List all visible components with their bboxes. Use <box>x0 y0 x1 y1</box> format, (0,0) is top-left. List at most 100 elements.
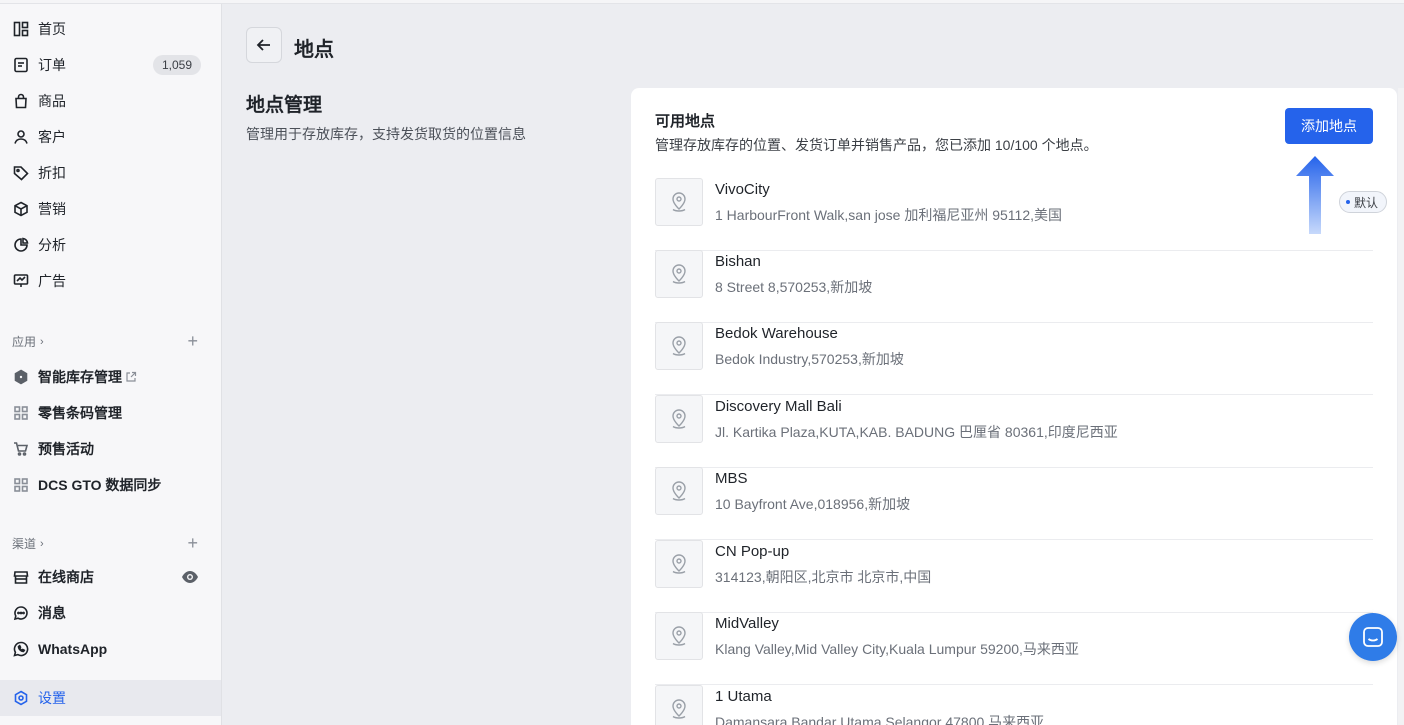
sidebar-item-analytics[interactable]: 分析 <box>0 227 221 263</box>
location-pin-icon <box>655 612 703 660</box>
card-subtitle: 管理存放库存的位置、发货订单并销售产品，您已添加 10/100 个地点。 <box>655 137 1098 153</box>
location-address: 8 Street 8,570253,新加坡 <box>715 279 873 295</box>
user-icon <box>12 128 30 146</box>
sidebar-item-settings[interactable]: 设置 <box>0 680 221 716</box>
ads-icon <box>12 272 30 290</box>
sidebar-item-label: 设置 <box>38 690 66 706</box>
section-heading: 地点管理 <box>246 95 323 116</box>
cart-icon <box>12 440 30 458</box>
location-pin-icon <box>655 395 703 443</box>
annotation-arrow-icon <box>1296 156 1334 234</box>
home-icon <box>12 20 30 38</box>
location-pin-icon <box>655 322 703 370</box>
chat-support-button[interactable] <box>1349 613 1397 661</box>
location-address: Klang Valley,Mid Valley City,Kuala Lumpu… <box>715 641 1079 657</box>
back-button[interactable] <box>246 27 282 63</box>
location-pin-icon <box>655 685 703 725</box>
settings-icon <box>12 689 30 707</box>
sidebar-item-label: 智能库存管理 <box>38 369 122 385</box>
cube-icon <box>12 200 30 218</box>
location-row[interactable]: CN Pop-up 314123,朝阳区,北京市 北京市,中国 <box>655 540 1373 613</box>
chevron-right-icon: › <box>40 537 44 550</box>
location-address: Jl. Kartika Plaza,KUTA,KAB. BADUNG 巴厘省 8… <box>715 424 1118 440</box>
sidebar-item-orders[interactable]: 订单 1,059 <box>0 47 221 83</box>
arrow-left-icon <box>255 36 273 54</box>
sidebar-item-ads[interactable]: 广告 <box>0 263 221 299</box>
sidebar-channel-online-store[interactable]: 在线商店 <box>0 559 221 595</box>
location-name: VivoCity <box>715 181 770 198</box>
sidebar-item-home[interactable]: 首页 <box>0 11 221 47</box>
order-icon <box>12 56 30 74</box>
locations-card: 可用地点 管理存放库存的位置、发货订单并销售产品，您已添加 10/100 个地点… <box>631 88 1397 725</box>
location-address: 1 HarbourFront Walk,san jose 加利福尼亚州 9511… <box>715 207 1063 223</box>
sidebar-item-label: 广告 <box>38 273 66 289</box>
order-count-badge: 1,059 <box>152 55 201 75</box>
grid-icon <box>12 476 30 494</box>
location-pin-icon <box>655 467 703 515</box>
whatsapp-icon <box>12 640 30 658</box>
sidebar-item-label: 商品 <box>38 93 66 109</box>
sidebar-item-label: 营销 <box>38 201 66 217</box>
sidebar-item-label: 订单 <box>38 57 66 73</box>
sidebar-item-products[interactable]: 商品 <box>0 83 221 119</box>
location-row[interactable]: Bishan 8 Street 8,570253,新加坡 <box>655 250 1373 323</box>
sidebar-item-label: 客户 <box>38 129 66 145</box>
location-row[interactable]: Discovery Mall Bali Jl. Kartika Plaza,KU… <box>655 395 1373 468</box>
sidebar-item-label: 分析 <box>38 237 66 253</box>
location-name: Bishan <box>715 253 761 270</box>
sidebar-item-label: WhatsApp <box>38 641 108 657</box>
location-pin-icon <box>655 540 703 588</box>
apps-title-label: 应用 <box>12 335 37 349</box>
sidebar-app-presale[interactable]: 预售活动 <box>0 431 221 467</box>
location-row[interactable]: MidValley Klang Valley,Mid Valley City,K… <box>655 612 1373 685</box>
scrollbar[interactable] <box>1398 88 1404 725</box>
grid-icon <box>12 404 30 422</box>
bag-icon <box>12 92 30 110</box>
hex-icon <box>12 368 30 386</box>
location-name: 1 Utama <box>715 688 772 705</box>
location-row[interactable]: VivoCity 1 HarbourFront Walk,san jose 加利… <box>655 178 1387 251</box>
location-row[interactable]: 1 Utama Damansara Bandar Utama,Selangor … <box>655 685 1373 725</box>
page-title: 地点 <box>294 39 334 61</box>
location-pin-icon <box>655 178 703 226</box>
location-row[interactable]: Bedok Warehouse Bedok Industry,570253,新加… <box>655 322 1373 395</box>
sidebar-channel-messages[interactable]: 消息 <box>0 595 221 631</box>
channels-section-title[interactable]: 渠道 › + <box>12 533 198 554</box>
sidebar-item-label: 首页 <box>38 21 66 37</box>
chevron-right-icon: › <box>40 335 44 348</box>
eye-icon[interactable] <box>181 569 199 585</box>
sidebar-channel-whatsapp[interactable]: WhatsApp <box>0 631 221 667</box>
sidebar-item-label: 在线商店 <box>38 569 94 585</box>
location-name: MidValley <box>715 615 779 632</box>
default-badge: 默认 <box>1338 191 1387 213</box>
sidebar-item-label: 零售条码管理 <box>38 405 122 421</box>
sidebar-app-dcs-sync[interactable]: DCS GTO 数据同步 <box>0 467 221 503</box>
section-description: 管理用于存放库存，支持发货取货的位置信息 <box>246 126 526 142</box>
location-address: 314123,朝阳区,北京市 北京市,中国 <box>715 569 932 585</box>
sidebar-item-marketing[interactable]: 营销 <box>0 191 221 227</box>
sidebar-item-label: 折扣 <box>38 165 66 181</box>
dot-icon <box>1345 200 1350 204</box>
card-title: 可用地点 <box>655 113 716 130</box>
location-pin-icon <box>655 250 703 298</box>
location-name: Bedok Warehouse <box>715 325 838 342</box>
tag-icon <box>12 164 30 182</box>
sidebar-item-label: 预售活动 <box>38 441 94 457</box>
store-icon <box>12 568 30 586</box>
location-row[interactable]: MBS 10 Bayfront Ave,018956,新加坡 <box>655 467 1373 540</box>
pie-icon <box>12 236 30 254</box>
channels-title-label: 渠道 <box>12 537 37 551</box>
sidebar-item-discounts[interactable]: 折扣 <box>0 155 221 191</box>
sidebar-item-customers[interactable]: 客户 <box>0 119 221 155</box>
location-address: 10 Bayfront Ave,018956,新加坡 <box>715 496 911 512</box>
sidebar-item-label: DCS GTO 数据同步 <box>38 477 162 493</box>
add-location-button[interactable]: 添加地点 <box>1285 108 1373 144</box>
add-channel-icon[interactable]: + <box>187 533 198 554</box>
add-app-icon[interactable]: + <box>187 331 198 352</box>
sidebar-app-inventory[interactable]: 智能库存管理 <box>0 359 221 395</box>
sidebar-app-barcode[interactable]: 零售条码管理 <box>0 395 221 431</box>
default-label: 默认 <box>1353 195 1378 210</box>
location-address: Damansara Bandar Utama,Selangor 47800,马来… <box>715 714 1045 725</box>
apps-section-title[interactable]: 应用 › + <box>12 331 198 352</box>
location-name: CN Pop-up <box>715 543 790 560</box>
